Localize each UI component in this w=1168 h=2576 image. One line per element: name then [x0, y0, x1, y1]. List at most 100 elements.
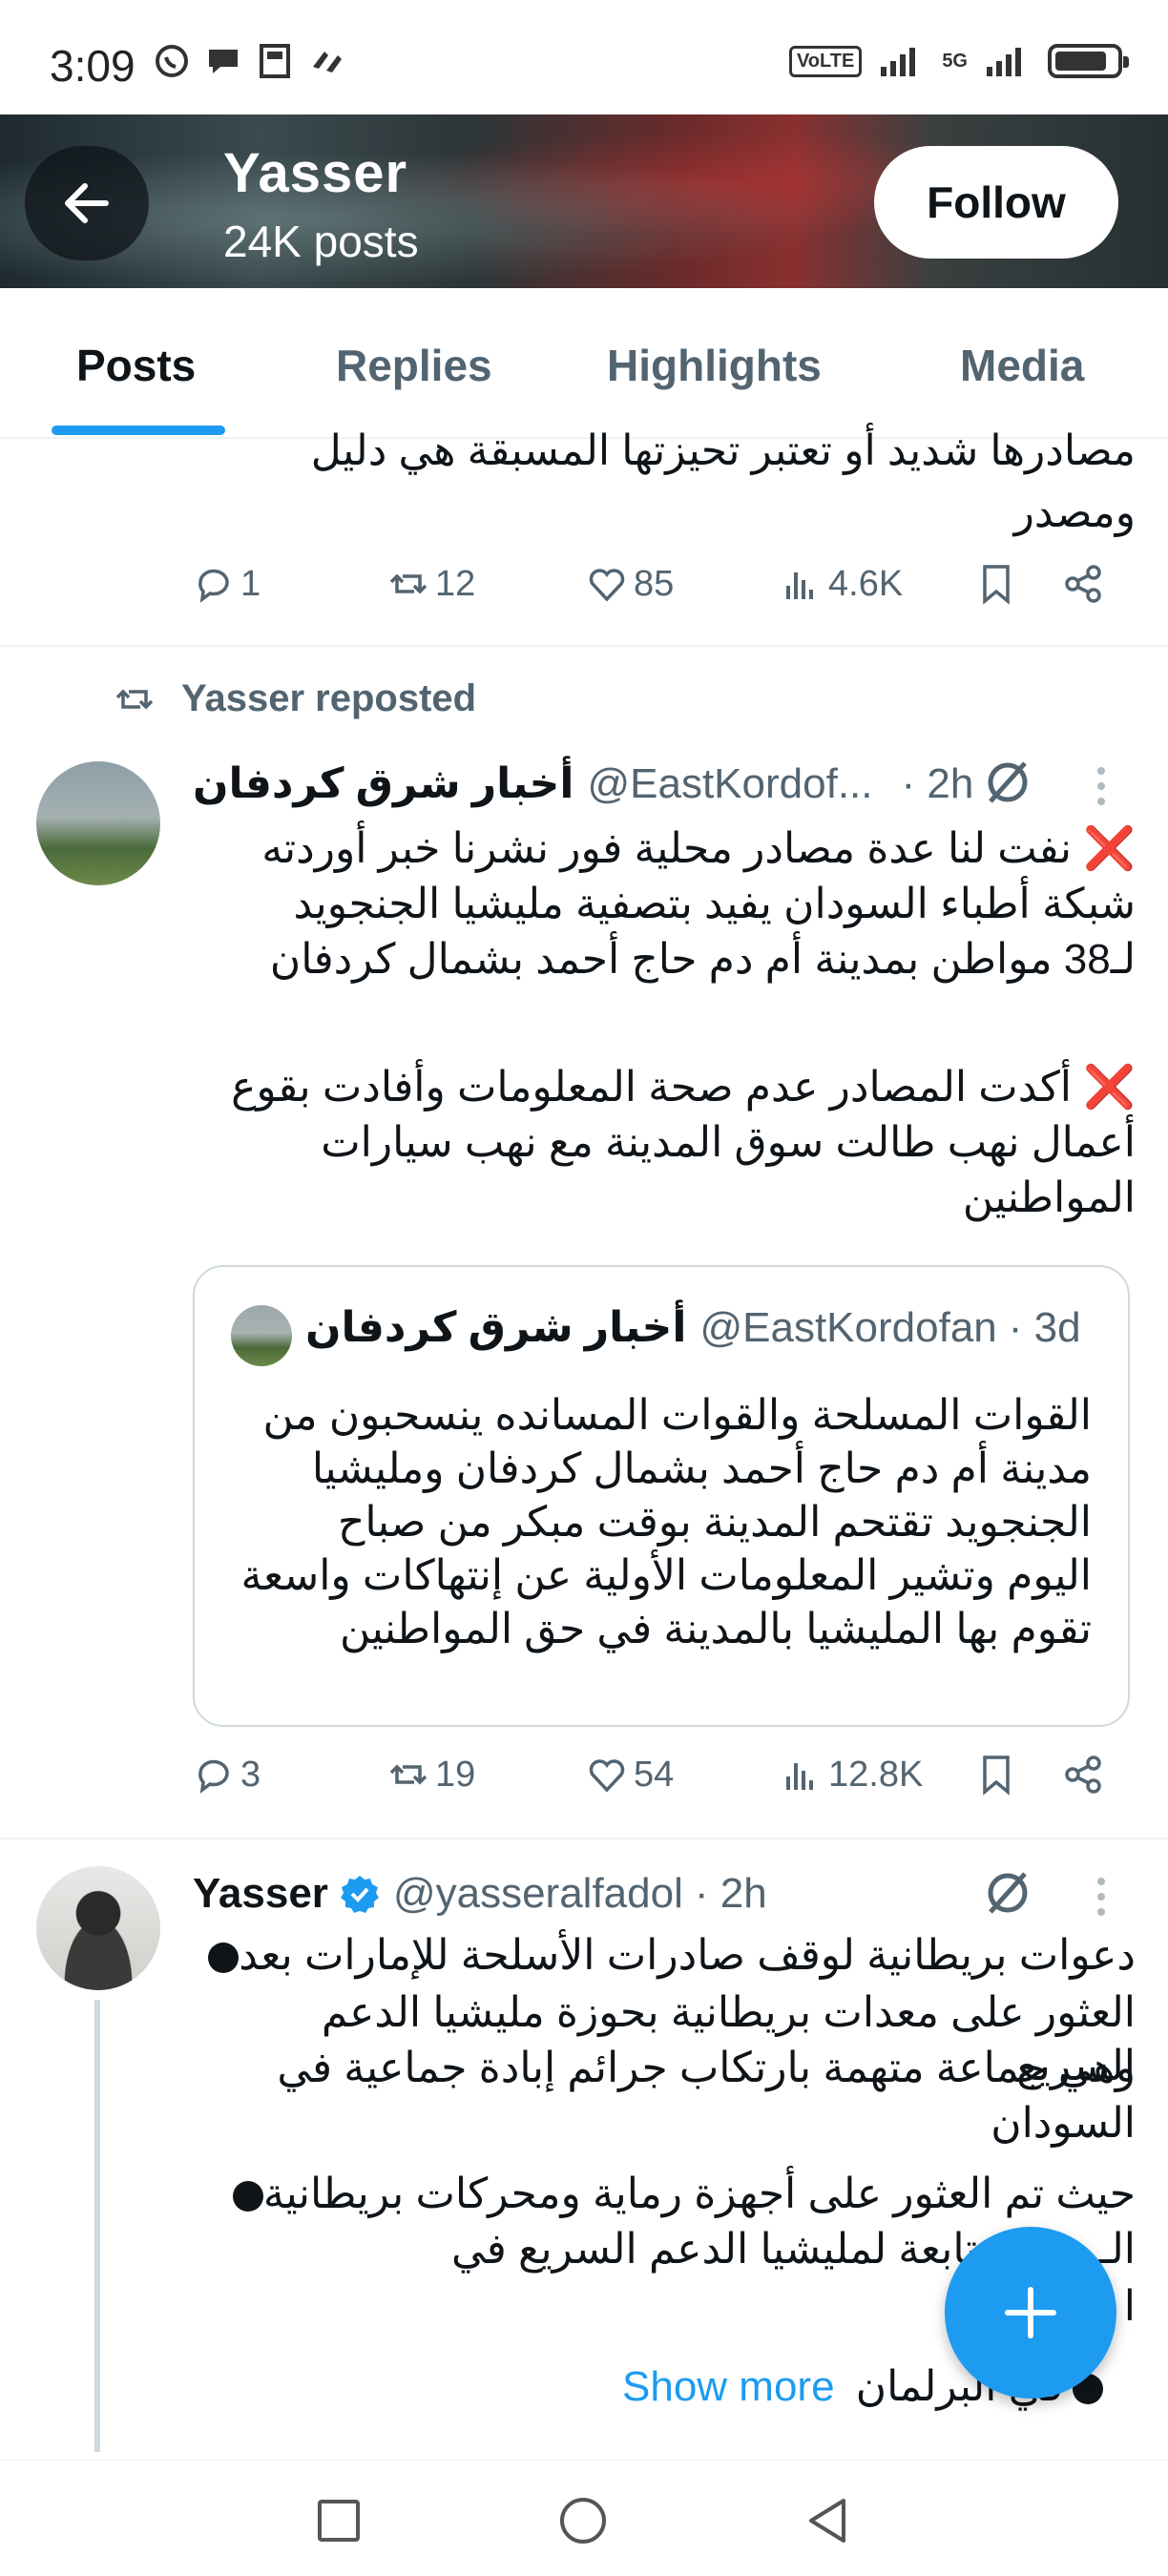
battery-fill	[1055, 52, 1106, 71]
signal-5g-icon	[987, 48, 1021, 76]
tweet-time: · 2h	[901, 759, 974, 807]
compose-button[interactable]	[945, 2227, 1116, 2399]
views-icon	[786, 572, 813, 599]
signal-icon	[881, 48, 916, 76]
tweet-text-line: مصادرها شديد أو تعتبر تحيزتها المسبقة هي…	[310, 427, 1136, 474]
back-button[interactable]	[25, 146, 149, 260]
views-icon	[786, 1763, 813, 1790]
author-handle[interactable]: @EastKordof...	[587, 760, 872, 808]
back-nav-button[interactable]	[794, 2487, 861, 2554]
author-handle[interactable]: @yasseralfadol	[393, 1870, 683, 1918]
tweet-text-line: السودان	[991, 2100, 1136, 2147]
quote-text-line: اليوم وتشير المعلومات الأولية عن إنتهاكا…	[240, 1552, 1092, 1599]
repost-button[interactable]: 12	[387, 563, 475, 605]
tab-replies[interactable]: Replies	[336, 340, 492, 391]
reply-icon	[198, 569, 229, 603]
repost-button[interactable]: 19	[387, 1754, 475, 1796]
tab-media[interactable]: Media	[960, 340, 1084, 391]
reply-button[interactable]: 3	[193, 1754, 261, 1796]
tweet-time: · 2h	[694, 1870, 767, 1917]
tweet-author-row: Yasser @yasseralfadol · 2h	[193, 1870, 767, 1918]
heart-icon	[589, 569, 625, 602]
author-name[interactable]: أخبار شرق كردفان	[193, 759, 574, 808]
battery-icon	[1048, 44, 1129, 78]
follow-button[interactable]: Follow	[874, 146, 1118, 259]
author-name[interactable]: Yasser	[193, 1870, 328, 1918]
thread-line	[94, 2000, 100, 2452]
reply-button[interactable]: 1	[193, 563, 261, 605]
views-count: 12.8K	[828, 1754, 924, 1795]
bookmark-button[interactable]	[975, 563, 1017, 605]
tweet-text-line: ❌ أكدت المصادر عدم صحة المعلومات وأفادت …	[231, 1064, 1136, 1111]
tweet-text-segment: دعوات بريطانية لوقف صادرات الأسلحة للإما…	[239, 1932, 1136, 1979]
quote-text-line: الجنجويد تقتحم المدينة بوقت مبكر من صباح	[337, 1499, 1092, 1546]
views-button[interactable]: 4.6K	[781, 563, 903, 605]
system-status: VoLTE 5G	[788, 42, 1129, 80]
volte-indicator: VoLTE	[788, 45, 863, 77]
repost-icon	[389, 573, 428, 594]
quote-author-row: أخبار شرق كردفان @EastKordofan · 3d	[305, 1303, 1081, 1352]
like-button[interactable]: 54	[586, 1754, 674, 1796]
quote-avatar	[231, 1305, 292, 1366]
profile-header: Yasser 24K posts Follow	[0, 114, 1168, 288]
reply-count: 1	[240, 563, 261, 604]
verified-badge-icon	[340, 1876, 379, 1913]
status-time: 3:09	[50, 41, 136, 91]
divider	[0, 1838, 1168, 1839]
share-icon	[1065, 1755, 1101, 1794]
tweet-text-line: شبكة أطباء السودان يفيد بتصفية مليشيا ال…	[293, 881, 1136, 927]
quote-time: · 3d	[1008, 1303, 1081, 1351]
share-icon	[1065, 565, 1101, 603]
views-button[interactable]: 12.8K	[781, 1754, 923, 1796]
tweet-text-line: لـ38 مواطن بمدينة أم دم حاج أحمد بشمال ك…	[269, 936, 1136, 983]
tweet-text-line: المواطنين	[962, 1174, 1136, 1221]
like-button[interactable]: 85	[586, 563, 674, 605]
tab-highlights[interactable]: Highlights	[607, 340, 822, 391]
more-vertical-icon[interactable]	[1090, 763, 1113, 811]
tweet-text-line: ❌ نفت لنا عدة مصادر محلية فور نشرنا خبر …	[261, 825, 1136, 872]
square-icon	[318, 2500, 360, 2542]
repost-icon	[115, 689, 154, 709]
chat-bubble-icon	[209, 50, 238, 73]
status-bar: 3:09 VoLTE 5G	[0, 0, 1168, 114]
heart-icon	[589, 1759, 625, 1793]
repost-label: Yasser reposted	[181, 677, 477, 719]
tweet-text-line: أعمال نهب طالت سوق المدينة مع نهب سيارات	[321, 1119, 1136, 1166]
quote-author-handle: @EastKordofan	[699, 1303, 997, 1351]
like-count: 85	[634, 563, 675, 604]
grok-icon[interactable]	[979, 754, 1036, 811]
arrow-left-icon	[65, 183, 109, 223]
grok-icon[interactable]	[979, 1864, 1036, 1922]
network-type: 5G	[942, 50, 968, 72]
reply-count: 3	[240, 1754, 261, 1795]
tweet-text-segment: حيث تم العثور على أجهزة رماية ومحركات بر…	[262, 2171, 1136, 2217]
share-button[interactable]	[1063, 1754, 1105, 1796]
bullet-icon	[232, 2181, 263, 2212]
tweet-author-row: أخبار شرق كردفان @EastKordof... · 2h	[193, 759, 973, 808]
home-button[interactable]	[550, 2487, 616, 2554]
quoted-tweet[interactable]: أخبار شرق كردفان @EastKordofan · 3d القو…	[193, 1265, 1130, 1727]
share-button[interactable]	[1063, 563, 1105, 605]
quote-author-name: أخبار شرق كردفان	[305, 1304, 687, 1351]
quote-text-line: تقوم بها المليشيا بالمدينة في حق المواطن…	[339, 1606, 1092, 1652]
posts-count: 24K posts	[223, 217, 419, 266]
repost-count: 12	[435, 563, 476, 604]
tweet-text-line: وهي جماعة متهمة بارتكاب جرائم إبادة جماع…	[277, 2045, 1136, 2091]
whatsapp-icon	[156, 45, 188, 77]
repost-indicator: Yasser reposted	[111, 677, 476, 720]
bookmark-icon	[983, 565, 1010, 605]
reply-icon	[198, 1759, 229, 1794]
show-more-link[interactable]: Show more	[622, 2363, 835, 2410]
app-notification-icon	[313, 52, 342, 73]
repost-icon	[389, 1764, 428, 1785]
avatar[interactable]	[36, 1866, 160, 1990]
recents-button[interactable]	[305, 2487, 372, 2554]
bookmark-button[interactable]	[975, 1754, 1017, 1796]
divider	[0, 645, 1168, 647]
tab-posts[interactable]: Posts	[76, 340, 196, 391]
views-count: 4.6K	[828, 563, 904, 604]
bullet-icon	[208, 1942, 240, 1974]
avatar[interactable]	[36, 761, 160, 885]
profile-name: Yasser	[223, 142, 408, 204]
more-vertical-icon[interactable]	[1090, 1874, 1113, 1922]
